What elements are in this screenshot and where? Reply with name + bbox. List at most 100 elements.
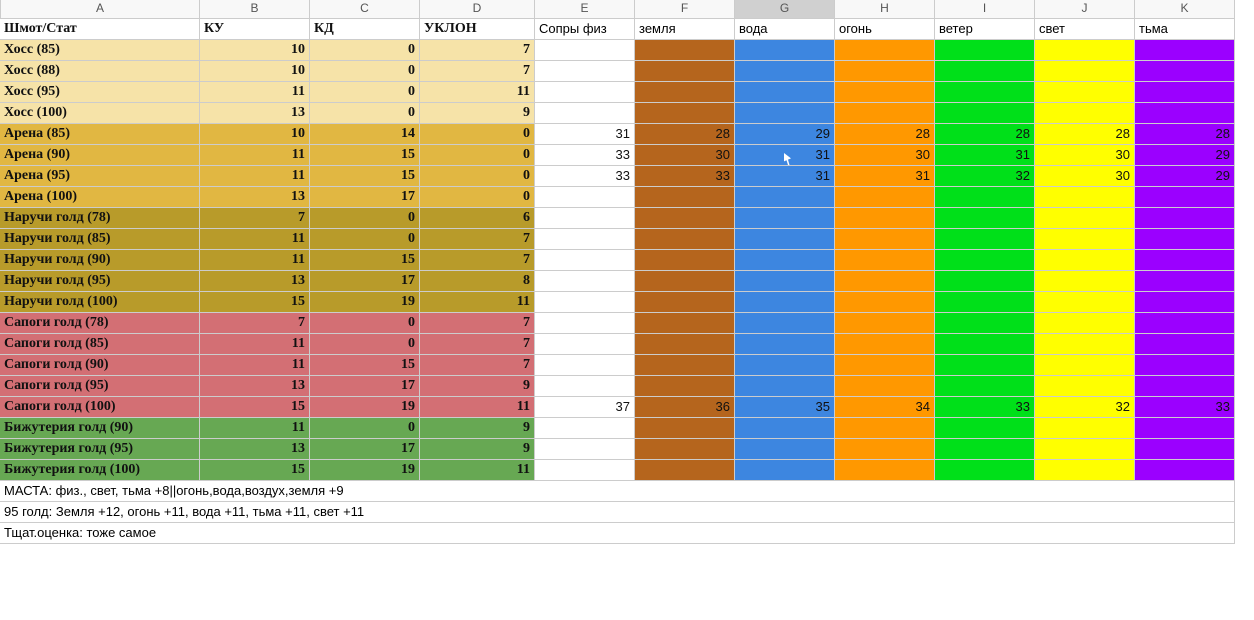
cell-r6-C[interactable]: 14 [310,124,420,145]
cell-r15-E[interactable] [535,313,635,334]
cell-r22-E[interactable] [535,460,635,481]
cell-r21-B[interactable]: 13 [200,439,310,460]
cell-r21-E[interactable] [535,439,635,460]
cell-r15-J[interactable] [1035,313,1135,334]
cell-r14-J[interactable] [1035,292,1135,313]
cell-r8-F[interactable]: 33 [635,166,735,187]
cell-r17-K[interactable] [1135,355,1235,376]
cell-r7-G[interactable]: 31 [735,145,835,166]
cell-r4-E[interactable] [535,82,635,103]
cell-r19-F[interactable]: 36 [635,397,735,418]
cell-r18-I[interactable] [935,376,1035,397]
cell-r19-D[interactable]: 11 [420,397,535,418]
cell-r9-G[interactable] [735,187,835,208]
cell-r12-J[interactable] [1035,250,1135,271]
cell-r4-C[interactable]: 0 [310,82,420,103]
cell-r16-C[interactable]: 0 [310,334,420,355]
cell-r14-D[interactable]: 11 [420,292,535,313]
cell-r5-D[interactable]: 9 [420,103,535,124]
cell-r18-J[interactable] [1035,376,1135,397]
cell-r12-A[interactable]: Наручи голд (90) [0,250,200,271]
cell-r11-H[interactable] [835,229,935,250]
cell-r5-H[interactable] [835,103,935,124]
cell-r13-H[interactable] [835,271,935,292]
cell-r6-J[interactable]: 28 [1035,124,1135,145]
cell-r9-I[interactable] [935,187,1035,208]
cell-r11-C[interactable]: 0 [310,229,420,250]
cell-r8-J[interactable]: 30 [1035,166,1135,187]
cell-r2-F[interactable] [635,40,735,61]
cell-r6-A[interactable]: Арена (85) [0,124,200,145]
cell-r6-F[interactable]: 28 [635,124,735,145]
cell-r2-G[interactable] [735,40,835,61]
cell-r4-D[interactable]: 11 [420,82,535,103]
cell-r15-H[interactable] [835,313,935,334]
cell-r2-K[interactable] [1135,40,1235,61]
cell-r14-G[interactable] [735,292,835,313]
cell-r19-H[interactable]: 34 [835,397,935,418]
footnote-0[interactable]: МАСТА: физ., свет, тьма +8||огонь,вода,в… [0,481,1235,502]
cell-r16-J[interactable] [1035,334,1135,355]
cell-r22-F[interactable] [635,460,735,481]
cell-r7-A[interactable]: Арена (90) [0,145,200,166]
cell-r8-C[interactable]: 15 [310,166,420,187]
cell-r10-D[interactable]: 6 [420,208,535,229]
cell-r7-F[interactable]: 30 [635,145,735,166]
cell-r22-D[interactable]: 11 [420,460,535,481]
cell-r3-H[interactable] [835,61,935,82]
cell-r18-G[interactable] [735,376,835,397]
cell-r10-K[interactable] [1135,208,1235,229]
cell-r9-F[interactable] [635,187,735,208]
cell-r20-K[interactable] [1135,418,1235,439]
cell-r7-H[interactable]: 30 [835,145,935,166]
cell-r19-K[interactable]: 33 [1135,397,1235,418]
cell-r5-J[interactable] [1035,103,1135,124]
cell-r11-I[interactable] [935,229,1035,250]
cell-r6-E[interactable]: 31 [535,124,635,145]
cell-r20-H[interactable] [835,418,935,439]
cell-r22-C[interactable]: 19 [310,460,420,481]
header-cell-C[interactable]: КД [310,19,420,40]
cell-r11-D[interactable]: 7 [420,229,535,250]
cell-r5-C[interactable]: 0 [310,103,420,124]
column-header-J[interactable]: J [1035,0,1135,19]
cell-r15-G[interactable] [735,313,835,334]
cell-r12-G[interactable] [735,250,835,271]
cell-r4-K[interactable] [1135,82,1235,103]
column-header-A[interactable]: A [0,0,200,19]
cell-r4-J[interactable] [1035,82,1135,103]
cell-r8-H[interactable]: 31 [835,166,935,187]
cell-r6-B[interactable]: 10 [200,124,310,145]
cell-r14-I[interactable] [935,292,1035,313]
cell-r5-F[interactable] [635,103,735,124]
cell-r20-B[interactable]: 11 [200,418,310,439]
cell-r15-K[interactable] [1135,313,1235,334]
cell-r19-J[interactable]: 32 [1035,397,1135,418]
cell-r8-K[interactable]: 29 [1135,166,1235,187]
cell-r12-C[interactable]: 15 [310,250,420,271]
header-cell-A[interactable]: Шмот/Стат [0,19,200,40]
header-cell-K[interactable]: тьма [1135,19,1235,40]
cell-r3-A[interactable]: Хосс (88) [0,61,200,82]
cell-r17-F[interactable] [635,355,735,376]
cell-r9-J[interactable] [1035,187,1135,208]
cell-r17-G[interactable] [735,355,835,376]
cell-r7-J[interactable]: 30 [1035,145,1135,166]
cell-r19-G[interactable]: 35 [735,397,835,418]
cell-r5-B[interactable]: 13 [200,103,310,124]
cell-r9-E[interactable] [535,187,635,208]
cell-r15-F[interactable] [635,313,735,334]
cell-r16-K[interactable] [1135,334,1235,355]
cell-r18-E[interactable] [535,376,635,397]
column-header-F[interactable]: F [635,0,735,19]
cell-r15-D[interactable]: 7 [420,313,535,334]
cell-r2-D[interactable]: 7 [420,40,535,61]
cell-r3-D[interactable]: 7 [420,61,535,82]
cell-r14-C[interactable]: 19 [310,292,420,313]
cell-r17-H[interactable] [835,355,935,376]
cell-r4-A[interactable]: Хосс (95) [0,82,200,103]
cell-r15-C[interactable]: 0 [310,313,420,334]
column-header-E[interactable]: E [535,0,635,19]
cell-r11-E[interactable] [535,229,635,250]
cell-r13-E[interactable] [535,271,635,292]
